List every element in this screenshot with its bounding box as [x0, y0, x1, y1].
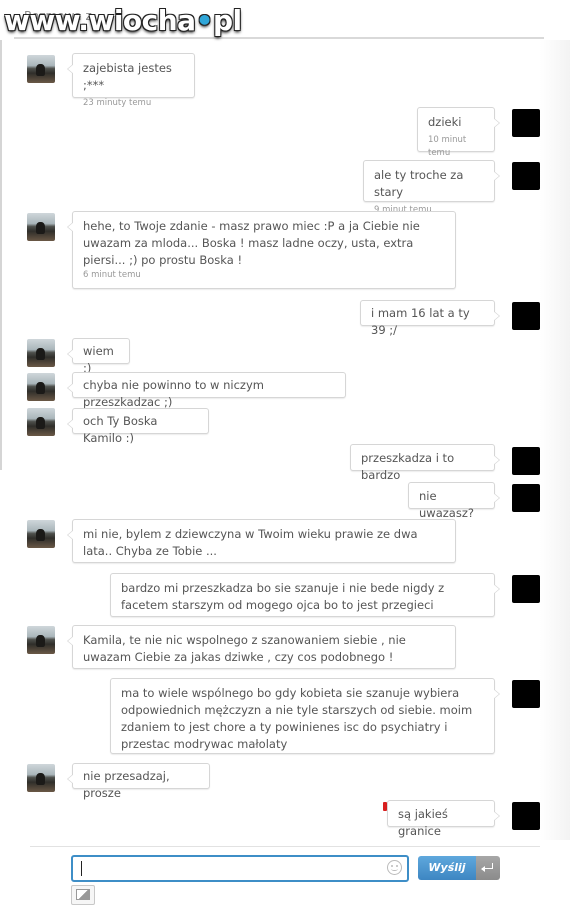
header-divider [14, 37, 544, 39]
message-bubble: przeszkadza i to bardzo [350, 444, 500, 482]
sender-avatar[interactable] [27, 213, 55, 241]
message-text: nie przesadzaj, prosze [83, 769, 170, 800]
message-bubble: zajebista jestes ;*** 23 minuty temu [67, 53, 195, 108]
sender-avatar[interactable] [27, 373, 55, 401]
smiley-icon[interactable] [387, 860, 402, 875]
message-bubble: nie uwazasz? [408, 482, 500, 520]
message-text: ale ty troche za stary [374, 168, 464, 199]
left-border [0, 40, 2, 470]
message-bubble: ale ty troche za stary 9 minut temu [363, 160, 500, 215]
user-avatar[interactable] [512, 447, 540, 475]
user-avatar[interactable] [512, 802, 540, 830]
message-bubble: bardzo mi przeszkadza bo sie szanuje i n… [110, 573, 500, 617]
photo-icon[interactable] [71, 885, 95, 905]
user-avatar[interactable] [512, 575, 540, 603]
user-avatar[interactable] [512, 484, 540, 512]
right-scroll-area [540, 40, 570, 840]
sender-avatar[interactable] [27, 764, 55, 792]
user-avatar[interactable] [512, 162, 540, 190]
site-watermark-logo: www.wiocha•pl [4, 4, 242, 37]
message-bubble: ma to wiele wspólnego bo gdy kobieta sie… [110, 678, 500, 754]
message-bubble: wiem ;) [67, 338, 130, 375]
message-text: dzieki [428, 115, 462, 129]
user-avatar[interactable] [512, 302, 540, 330]
text-cursor [81, 861, 82, 876]
sender-avatar[interactable] [27, 520, 55, 548]
sender-avatar[interactable] [27, 55, 55, 83]
message-bubble: nie przesadzaj, prosze [67, 763, 210, 800]
send-button[interactable]: Wyślij [418, 856, 500, 880]
sender-avatar[interactable] [27, 339, 55, 367]
message-bubble: chyba nie powinno to w niczym przeszkadz… [67, 372, 346, 409]
message-text: bardzo mi przeszkadza bo sie szanuje i n… [121, 581, 445, 612]
message-text: są jakieś granice [398, 807, 448, 838]
user-avatar[interactable] [512, 109, 540, 137]
message-text: przeszkadza i to bardzo [361, 451, 455, 482]
message-bubble: i mam 16 lat a ty 39 ;/ [360, 300, 500, 337]
enter-icon[interactable] [476, 856, 500, 880]
message-text: Kamila, te nie nic wspolnego z szanowani… [83, 633, 406, 664]
message-text: och Ty Boska Kamilo :) [83, 414, 158, 445]
message-bubble: są jakieś granice [387, 800, 500, 838]
message-text: nie uwazasz? [419, 489, 474, 520]
message-text: chyba nie powinno to w niczym przeszkadz… [83, 378, 264, 409]
message-text: ma to wiele wspólnego bo gdy kobieta sie… [121, 686, 473, 751]
send-label: Wyślij [418, 856, 476, 880]
message-text: hehe, to Twoje zdanie - masz prawo miec … [83, 219, 420, 267]
sender-avatar[interactable] [27, 626, 55, 654]
composer-divider [30, 846, 540, 847]
user-avatar[interactable] [512, 680, 540, 708]
message-text: i mam 16 lat a ty 39 ;/ [371, 306, 470, 337]
message-time: 6 minut temu [83, 270, 141, 280]
message-time: 10 minut temu [428, 135, 467, 158]
message-text: zajebista jestes ;*** [83, 61, 172, 92]
message-bubble: Kamila, te nie nic wspolnego z szanowani… [67, 625, 456, 669]
message-time: 23 minuty temu [83, 98, 152, 108]
message-bubble: och Ty Boska Kamilo :) [67, 408, 209, 445]
sender-avatar[interactable] [27, 408, 55, 436]
message-input[interactable] [71, 855, 409, 882]
message-bubble: mi nie, bylem z dziewczyna w Twoim wieku… [67, 519, 456, 563]
message-text: mi nie, bylem z dziewczyna w Twoim wieku… [83, 527, 418, 558]
message-bubble: dzieki 10 minut temu [417, 107, 500, 158]
message-bubble: hehe, to Twoje zdanie - masz prawo miec … [67, 211, 456, 289]
